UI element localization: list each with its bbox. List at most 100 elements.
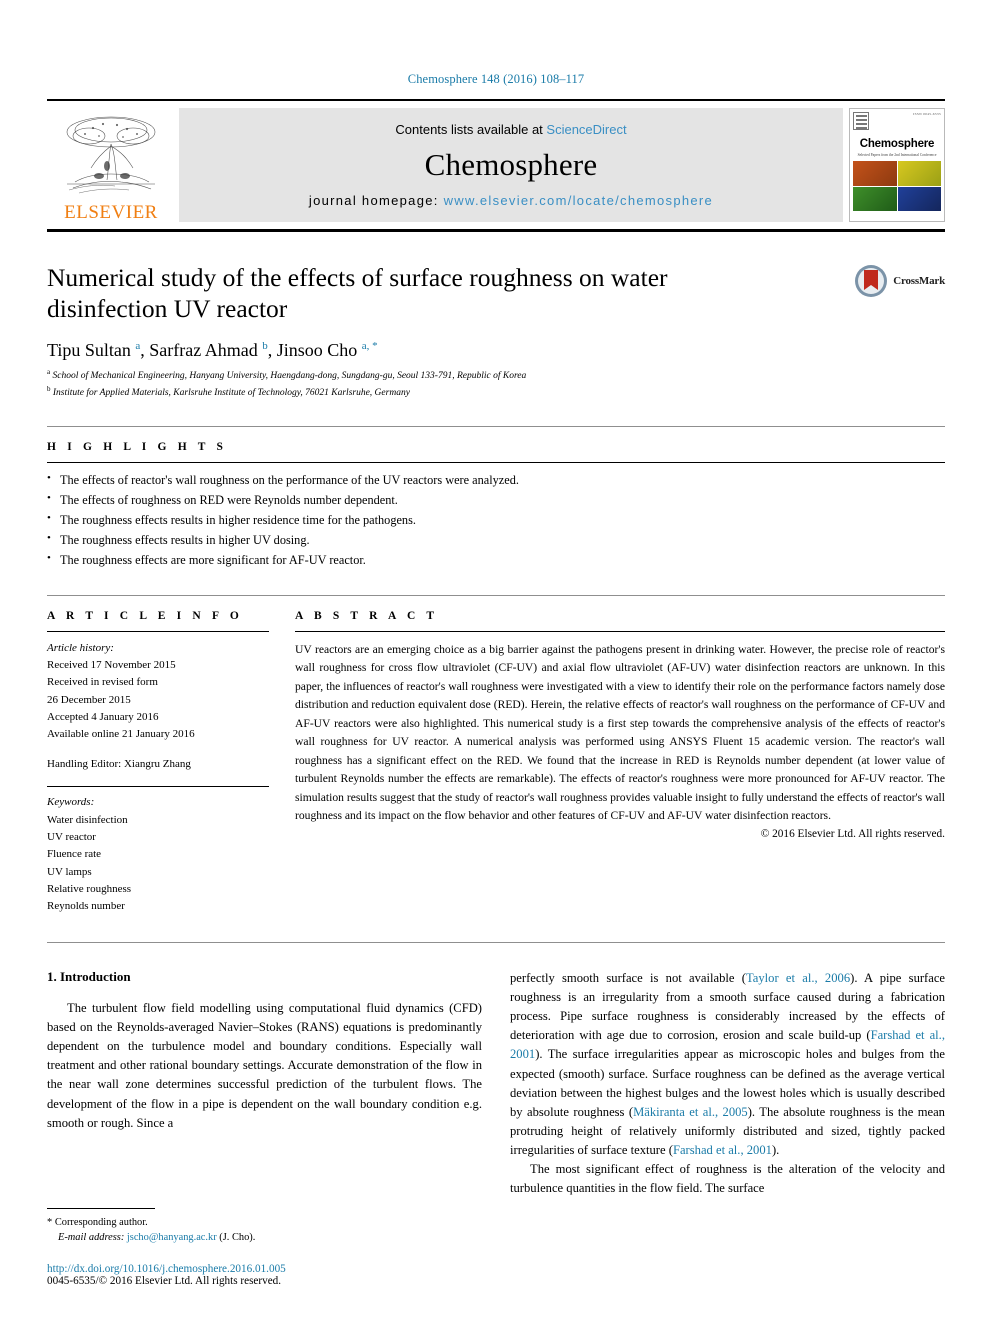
highlights-list: The effects of reactor's wall roughness … [47, 470, 945, 571]
affiliation-a-marker: a [47, 368, 51, 377]
cover-issn-code: ISSN 0045-6535 [913, 112, 941, 116]
crossmark-label: CrossMark [893, 275, 945, 287]
section-heading-introduction: 1. Introduction [47, 968, 131, 984]
sciencedirect-link[interactable]: ScienceDirect [546, 122, 626, 137]
highlights-section: H I G H L I G H T S The effects of react… [47, 426, 945, 571]
history-spacer [47, 744, 269, 756]
highlight-item: The roughness effects results in higher … [47, 510, 945, 531]
homepage-url-link[interactable]: www.elsevier.com/locate/chemosphere [444, 193, 714, 208]
cover-header: ISSN 0045-6535 [853, 112, 941, 138]
journal-masthead: ELSEVIER Contents lists available at Sci… [47, 99, 945, 224]
article-info-section: A R T I C L E I N F O Article history: R… [47, 610, 295, 916]
article-info-heading: A R T I C L E I N F O [47, 609, 243, 622]
body-column-right: perfectly smooth surface is not availabl… [510, 969, 945, 1199]
affiliation-a-text: School of Mechanical Engineering, Hanyan… [52, 371, 527, 382]
highlights-heading: H I G H L I G H T S [47, 441, 228, 454]
affiliations: a School of Mechanical Engineering, Hany… [47, 367, 945, 400]
keyword-item: UV reactor [47, 830, 96, 843]
keyword-item: Reynolds number [47, 900, 125, 913]
footer-notes: * Corresponding author. E-mail address: … [47, 1207, 472, 1287]
history-item: Received 17 November 2015 [47, 658, 176, 671]
cover-journal-name: Chemosphere [859, 138, 935, 150]
highlight-item: The effects of reactor's wall roughness … [47, 470, 945, 491]
email-line: E-mail address: jscho@hanyang.ac.kr (J. … [47, 1230, 472, 1246]
article-history-block: Article history: Received 17 November 20… [47, 640, 269, 774]
abstract-text: UV reactors are an emerging choice as a … [295, 642, 945, 823]
cover-leaf-yellow [897, 161, 941, 186]
body-columns: 1. Introduction The turbulent flow field… [47, 969, 945, 1199]
article-info-rule [47, 630, 269, 632]
abstract-copyright: © 2016 Elsevier Ltd. All rights reserved… [760, 828, 945, 841]
affiliation-b-text: Institute for Applied Materials, Karlsru… [52, 387, 410, 398]
affiliation-b: b Institute for Applied Materials, Karls… [47, 384, 945, 400]
body-column-left: 1. Introduction The turbulent flow field… [47, 969, 482, 1199]
intro-paragraph-left: The turbulent flow field modelling using… [47, 1000, 482, 1130]
corresponding-marker: * [47, 1216, 53, 1228]
keywords-label: Keywords: [47, 796, 95, 809]
doi-link[interactable]: http://dx.doi.org/10.1016/j.chemosphere.… [47, 1263, 286, 1275]
masthead-bottom-rule [47, 229, 945, 232]
affiliation-a: a School of Mechanical Engineering, Hany… [47, 367, 945, 383]
email-link[interactable]: jscho@hanyang.ac.kr [127, 1232, 217, 1243]
history-item: Received in revised form [47, 676, 158, 689]
journal-title: Chemosphere [424, 147, 598, 182]
intro-right-text-1: perfectly smooth surface is not availabl… [510, 970, 746, 985]
keyword-item: UV lamps [47, 865, 92, 878]
issn-copyright-line: 0045-6535/© 2016 Elsevier Ltd. All right… [47, 1275, 282, 1287]
homepage-label: journal homepage: [308, 193, 444, 208]
journal-homepage-line: journal homepage: www.elsevier.com/locat… [309, 193, 713, 208]
intro-paragraph-right-1: perfectly smooth surface is not availabl… [510, 969, 945, 1160]
keyword-item: Fluence rate [47, 848, 102, 861]
info-abstract-row: A R T I C L E I N F O Article history: R… [47, 594, 945, 916]
abstract-heading: A B S T R A C T [295, 609, 439, 622]
keyword-item: Water disinfection [47, 813, 128, 826]
article-history-label: Article history: [47, 641, 114, 654]
body-separator-rule [47, 941, 945, 943]
intro-right-text-5: ). [771, 1143, 780, 1158]
journal-cover-thumbnail: ISSN 0045-6535 Chemosphere Selected Pape… [849, 108, 945, 222]
cover-leaf-collage [853, 161, 941, 211]
email-suffix: (J. Cho). [219, 1232, 256, 1244]
cover-elsevier-mark-icon [853, 112, 869, 130]
affiliation-b-marker: b [47, 384, 51, 393]
cover-leaf-blue [897, 186, 941, 211]
crossmark-logo-icon [855, 265, 888, 297]
keyword-item: Relative roughness [47, 883, 132, 896]
email-label: E-mail address: [58, 1232, 125, 1244]
article-page: Chemosphere 148 (2016) 108–117 ELSEVIER … [0, 0, 992, 1323]
abstract-rule [295, 630, 945, 632]
citation-farshad-2001-b[interactable]: Farshad et al., 2001 [673, 1143, 772, 1157]
highlight-item: The roughness effects results in higher … [47, 530, 945, 551]
footnote-rule [47, 1207, 155, 1209]
corresponding-author-line: * Corresponding author. [47, 1215, 472, 1231]
elsevier-logo: ELSEVIER [47, 106, 175, 224]
corresponding-label: Corresponding author. [54, 1216, 148, 1228]
highlight-item: The roughness effects are more significa… [47, 550, 945, 571]
doi-line: http://dx.doi.org/10.1016/j.chemosphere.… [47, 1263, 472, 1275]
history-item: Available online 21 January 2016 [47, 728, 195, 741]
abstract-section: A B S T R A C T UV reactors are an emerg… [295, 610, 945, 916]
keywords-rule [47, 786, 269, 788]
contents-prefix: Contents lists available at [395, 122, 547, 137]
crossmark-badge[interactable]: CrossMark [854, 264, 945, 298]
running-head: Chemosphere 148 (2016) 108–117 [407, 72, 585, 86]
journal-banner: Contents lists available at ScienceDirec… [179, 108, 843, 222]
cover-leaf-orange [853, 161, 897, 186]
elsevier-wordmark: ELSEVIER [64, 202, 158, 223]
handling-editor: Handling Editor: Xiangru Zhang [47, 757, 191, 770]
keywords-block: Keywords: Water disinfection UV reactor … [47, 794, 269, 916]
title-block: CrossMark Numerical study of the effects… [47, 262, 945, 400]
citation-taylor-2006[interactable]: Taylor et al., 2006 [746, 971, 850, 985]
cover-tagline: Selected Papers from the 2nd Internation… [857, 153, 937, 157]
cover-leaf-green [853, 186, 897, 211]
highlight-item: The effects of roughness on RED were Rey… [47, 490, 945, 511]
highlights-rule [47, 462, 945, 464]
contents-available-line: Contents lists available at ScienceDirec… [395, 122, 626, 137]
elsevier-tree-icon [66, 116, 156, 194]
history-item: Accepted 4 January 2016 [47, 711, 159, 724]
cover-footer [853, 211, 941, 218]
author-list: Tipu Sultan a, Sarfraz Ahmad b, Jinsoo C… [47, 340, 378, 361]
citation-makiranta-2005[interactable]: Mäkiranta et al., 2005 [633, 1105, 748, 1119]
corresponding-author-note: * Corresponding author. E-mail address: … [47, 1215, 472, 1246]
page-title: Numerical study of the effects of surfac… [47, 263, 668, 324]
